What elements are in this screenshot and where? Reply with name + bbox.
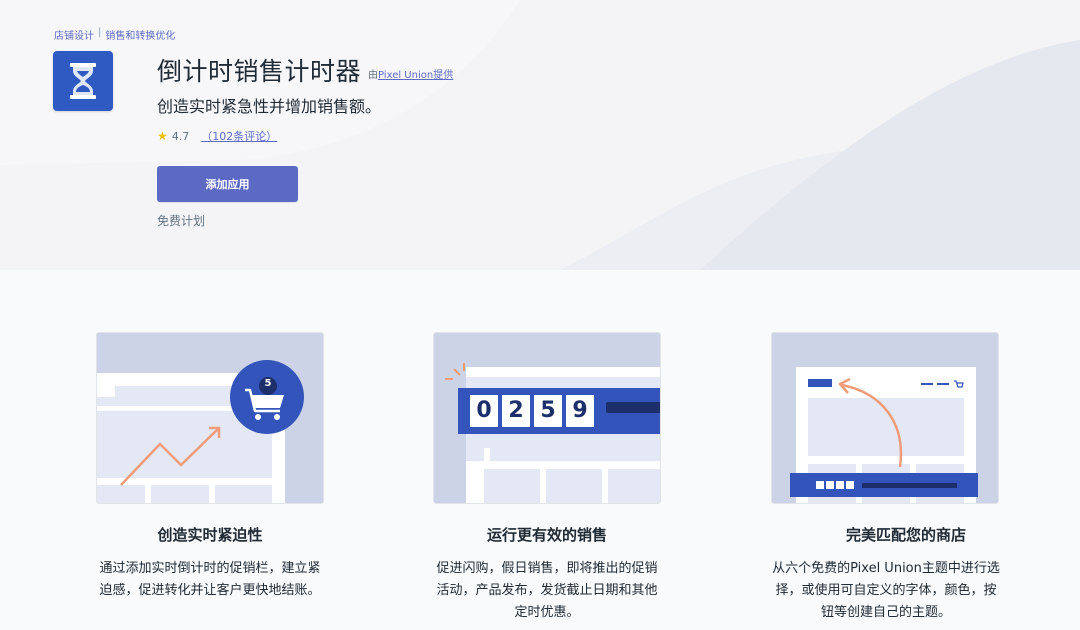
- timer-digit: 0: [476, 398, 492, 423]
- cart-badge-number: 5: [264, 378, 272, 389]
- add-app-button[interactable]: 添加应用: [157, 166, 298, 202]
- feature-title-urgency: 创造实时紧迫性: [157, 526, 263, 544]
- breadcrumb-separator: |: [98, 27, 102, 38]
- developer-line: 由Pixel Union提供: [368, 66, 453, 81]
- app-title: 倒计时销售计时器: [157, 57, 362, 86]
- breadcrumb: 店铺设计 | 销售和转换优化: [54, 27, 175, 42]
- star-icon: ★: [157, 129, 168, 143]
- timer-digit: 5: [540, 398, 556, 423]
- by-prefix: 由: [368, 70, 378, 81]
- app-header: 店铺设计 | 销售和转换优化 倒计时销售计时器 由Pixel Union提供 创…: [0, 0, 1080, 270]
- timer-digit: 2: [508, 398, 524, 423]
- cart-growth-illustration: 5: [96, 332, 324, 504]
- feature-desc-urgency: 通过添加实时倒计时的促销栏，建立紧迫感，促进转化并让客户更快地结账。: [99, 561, 321, 598]
- rating-value: 4.7: [171, 129, 190, 143]
- feature-desc-match-store: 从六个免费的Pixel Union主题中进行选择，或使用可自定义的字体，颜色，按…: [772, 561, 1000, 620]
- app-icon: [53, 51, 113, 111]
- hourglass-icon: [70, 63, 96, 99]
- breadcrumb-sales-optimization[interactable]: 销售和转换优化: [105, 27, 175, 42]
- timer-digit: 9: [572, 398, 588, 423]
- developer-name: Pixel Union: [378, 70, 434, 81]
- pricing-plan: 免费计划: [157, 214, 206, 228]
- reviews-link[interactable]: （102条评论）: [201, 128, 277, 144]
- rating: ★ 4.7 （102条评论）: [157, 128, 277, 144]
- app-tagline: 创造实时紧急性并增加销售额。: [157, 97, 382, 116]
- feature-desc-sales: 促进闪购，假日销售，即将推出的促销活动，产品发布，发货截止日期和其他定时优惠。: [436, 561, 658, 620]
- breadcrumb-store-design[interactable]: 店铺设计: [54, 27, 94, 42]
- by-suffix: 提供: [433, 70, 454, 81]
- countdown-timer-illustration: 0 2 5 9: [433, 332, 661, 504]
- feature-title-sales: 运行更有效的销售: [486, 526, 607, 544]
- feature-title-match-store: 完美匹配您的商店: [845, 526, 966, 544]
- store-theme-illustration: [771, 332, 999, 504]
- developer-link[interactable]: Pixel Union提供: [378, 70, 453, 81]
